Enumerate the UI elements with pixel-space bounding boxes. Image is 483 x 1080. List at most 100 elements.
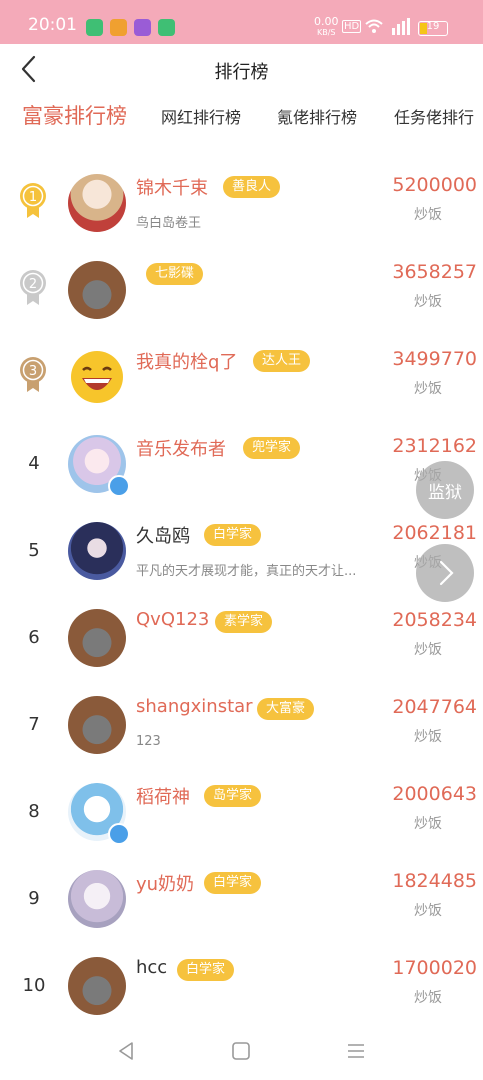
ranking-tabs: 富豪排行榜 网红排行榜 氪佬排行榜 任务佬排行 xyxy=(0,94,483,140)
jail-button[interactable]: 监狱 xyxy=(416,461,474,519)
svg-text:2: 2 xyxy=(29,277,37,292)
score-value: 2000643 xyxy=(392,783,477,805)
user-avatar[interactable] xyxy=(68,696,126,754)
title-badge: 素学家 xyxy=(215,611,273,633)
verified-icon xyxy=(108,823,130,845)
system-nav-bar xyxy=(0,1020,483,1080)
ranking-row[interactable]: 8 稻荷神 岛学家 2000643 炒饭 xyxy=(0,773,483,860)
silver-medal-icon: 2 xyxy=(20,270,46,305)
ranking-row[interactable]: 6 QvQ123 素学家 2058234 炒饭 xyxy=(0,599,483,686)
user-signature: 平凡的天才展现才能，真正的天才让... xyxy=(136,564,357,579)
score-unit: 炒饭 xyxy=(414,903,442,919)
network-speed-unit: KB/S xyxy=(316,28,336,37)
score-unit: 炒饭 xyxy=(414,642,442,658)
network-speed-value: 0.00 xyxy=(314,15,339,28)
user-name: shangxinstar xyxy=(136,696,253,717)
hd-icon: HD xyxy=(342,20,362,33)
score-value: 2312162 xyxy=(392,435,477,457)
network-speed: 0.00 KB/S xyxy=(314,15,339,38)
verified-icon xyxy=(108,475,130,497)
user-signature: 123 xyxy=(136,734,161,749)
nav-home-icon[interactable] xyxy=(228,1038,254,1064)
ranking-row[interactable]: 5 久岛鸥 白学家 平凡的天才展现才能，真正的天才让... 2062181 炒饭 xyxy=(0,512,483,599)
jail-label: 监狱 xyxy=(428,483,462,503)
score-value: 2062181 xyxy=(392,522,477,544)
user-name: 久岛鸥 xyxy=(136,526,190,547)
laughing-emoji-icon xyxy=(71,351,123,403)
nav-back-icon[interactable] xyxy=(113,1038,139,1064)
ranking-row[interactable]: 4 音乐发布者 兜学家 2312162 炒饭 xyxy=(0,425,483,512)
title-badge: 大富豪 xyxy=(257,698,315,720)
score-value: 1700020 xyxy=(392,957,477,979)
rank-number: 7 xyxy=(28,714,40,735)
rank-number: 4 xyxy=(28,453,40,474)
user-name: yu奶奶 xyxy=(136,874,195,895)
score-unit: 炒饭 xyxy=(414,294,442,310)
score-unit: 炒饭 xyxy=(414,816,442,832)
app-notification-icon xyxy=(134,19,151,36)
gold-medal-icon: 1 xyxy=(20,183,46,218)
chevron-right-icon xyxy=(439,560,454,586)
score-value: 3658257 xyxy=(392,261,477,283)
title-badge: 七影碟 xyxy=(146,263,204,285)
score-unit: 炒饭 xyxy=(414,207,442,223)
score-unit: 炒饭 xyxy=(414,381,442,397)
ranking-row[interactable]: 1 锦木千束 善良人 鸟白岛卷王 5200000 炒饭 xyxy=(0,164,483,251)
user-name: QvQ123 xyxy=(136,609,210,630)
user-avatar[interactable] xyxy=(68,174,126,232)
user-avatar[interactable] xyxy=(68,609,126,667)
signal-icon xyxy=(392,18,410,35)
tab-influencer-ranking[interactable]: 网红排行榜 xyxy=(161,104,241,128)
tab-task-ranking[interactable]: 任务佬排行 xyxy=(394,104,474,128)
app-notification-icon xyxy=(86,19,103,36)
user-avatar[interactable] xyxy=(68,957,126,1015)
score-value: 2058234 xyxy=(392,609,477,631)
rank-number: 8 xyxy=(28,801,40,822)
battery-icon: 19 xyxy=(418,21,448,36)
ranking-row[interactable]: 3 我真的栓q了 达人王 3499770 炒饭 xyxy=(0,338,483,425)
title-badge: 善良人 xyxy=(223,176,281,198)
user-name: 稻荷神 xyxy=(136,787,190,808)
title-bar: 排行榜 xyxy=(0,44,483,94)
app-notification-icon xyxy=(158,19,175,36)
ranking-row[interactable]: 2 七影碟 3658257 炒饭 xyxy=(0,251,483,338)
tab-rich-ranking[interactable]: 富豪排行榜 xyxy=(22,100,127,130)
score-value: 5200000 xyxy=(392,174,477,196)
user-signature: 鸟白岛卷王 xyxy=(136,216,202,231)
score-unit: 炒饭 xyxy=(414,990,442,1006)
user-name: 锦木千束 xyxy=(136,178,208,199)
nav-menu-icon[interactable] xyxy=(343,1038,369,1064)
score-value: 2047764 xyxy=(392,696,477,718)
status-bar: 20:01 0.00 KB/S HD 19 xyxy=(0,0,483,44)
title-badge: 达人王 xyxy=(253,350,311,372)
user-name: 我真的栓q了 xyxy=(136,352,238,373)
bronze-medal-icon: 3 xyxy=(20,357,46,392)
next-float-button[interactable] xyxy=(416,544,474,602)
user-name: 音乐发布者 xyxy=(136,439,226,460)
svg-text:1: 1 xyxy=(29,190,37,205)
ranking-row[interactable]: 7 shangxinstar 大富豪 123 2047764 炒饭 xyxy=(0,686,483,773)
title-badge: 白学家 xyxy=(204,524,262,546)
user-name: hcc xyxy=(136,957,168,978)
user-avatar[interactable] xyxy=(68,870,126,928)
user-avatar[interactable] xyxy=(68,348,126,406)
user-avatar[interactable] xyxy=(68,522,126,580)
score-unit: 炒饭 xyxy=(414,729,442,745)
score-value: 3499770 xyxy=(392,348,477,370)
wifi-icon xyxy=(365,19,383,33)
ranking-row[interactable]: 9 yu奶奶 白学家 1824485 炒饭 xyxy=(0,860,483,947)
rank-number: 9 xyxy=(28,888,40,909)
tab-spender-ranking[interactable]: 氪佬排行榜 xyxy=(277,104,357,128)
rank-number: 5 xyxy=(28,540,40,561)
title-badge: 兜学家 xyxy=(243,437,301,459)
status-time: 20:01 xyxy=(28,15,77,35)
title-badge: 白学家 xyxy=(177,959,235,981)
rank-number: 6 xyxy=(28,627,40,648)
title-badge: 岛学家 xyxy=(204,785,262,807)
battery-level: 19 xyxy=(426,21,440,32)
title-badge: 白学家 xyxy=(204,872,262,894)
user-avatar[interactable] xyxy=(68,261,126,319)
page-title: 排行榜 xyxy=(214,62,269,83)
app-notification-icon xyxy=(110,19,127,36)
rank-number: 10 xyxy=(22,975,46,996)
